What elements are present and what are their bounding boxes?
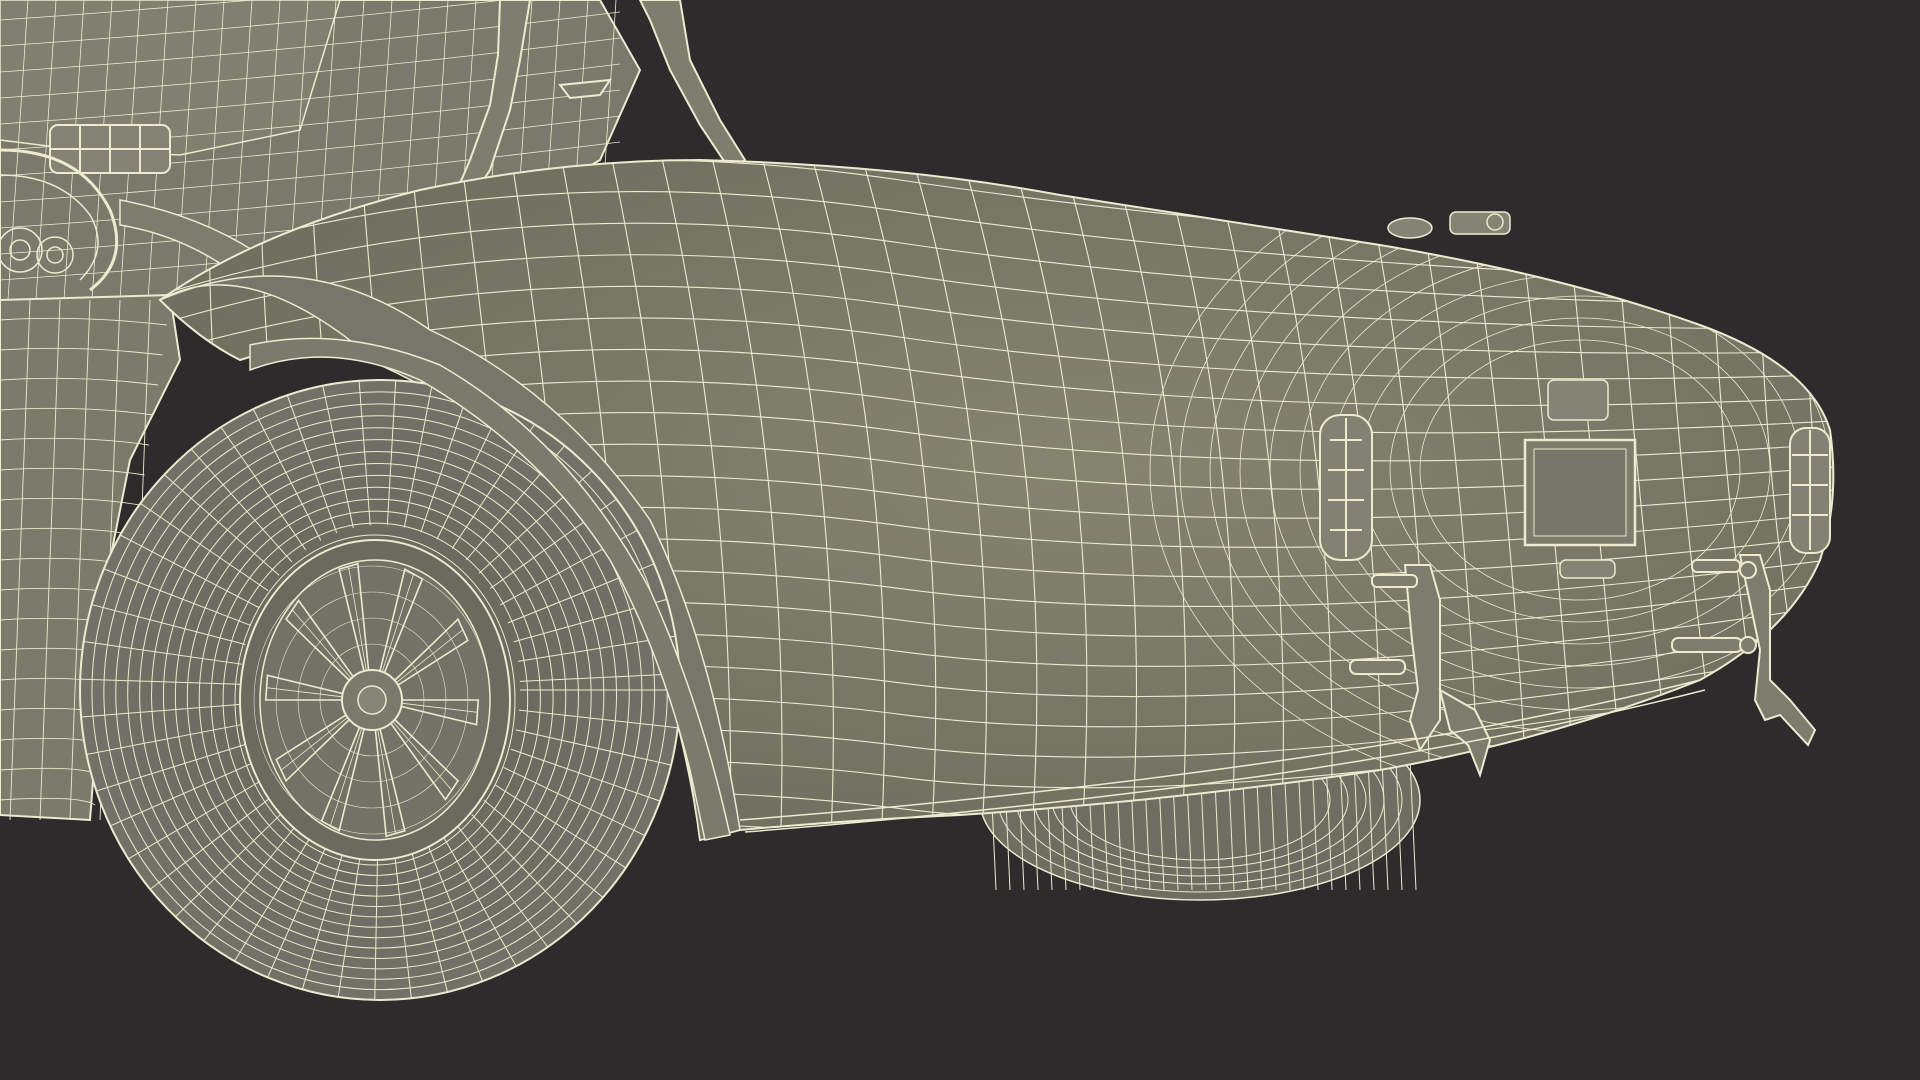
wheel-hub	[341, 669, 403, 731]
render-viewport	[0, 0, 1920, 1080]
left-tail-light	[1319, 414, 1373, 561]
rear-wheel	[79, 379, 681, 1001]
right-tail-light	[1789, 427, 1831, 554]
wireframe-car-render	[0, 0, 1920, 1080]
